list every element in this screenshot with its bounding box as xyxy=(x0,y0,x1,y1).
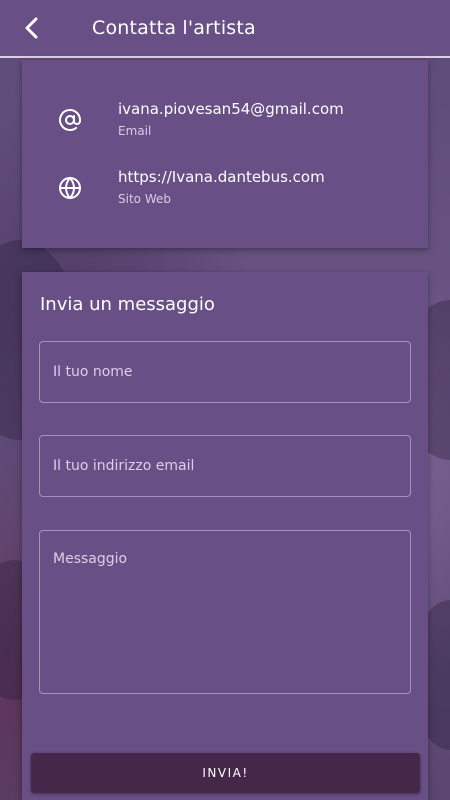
globe-icon xyxy=(59,176,81,200)
chevron-left-icon xyxy=(25,17,38,39)
back-button[interactable] xyxy=(0,0,64,57)
send-button[interactable]: INVIA! xyxy=(31,753,420,793)
page-title: Contatta l'artista xyxy=(92,17,256,39)
contact-email-label: Email xyxy=(118,124,152,138)
form-title: Invia un messaggio xyxy=(40,294,215,315)
message-form-card: Invia un messaggio INVIA! xyxy=(22,272,428,800)
name-input[interactable] xyxy=(39,341,411,403)
message-textarea[interactable] xyxy=(39,530,411,694)
app-header: Contatta l'artista xyxy=(0,0,450,58)
screen: Contatta l'artista ivana.piovesan54@gmai… xyxy=(0,0,450,800)
at-sign-icon xyxy=(59,108,81,131)
contact-row-email[interactable]: ivana.piovesan54@gmail.com Email xyxy=(22,100,428,158)
contact-email-value: ivana.piovesan54@gmail.com xyxy=(118,100,344,118)
contact-row-website[interactable]: https://Ivana.dantebus.com Sito Web xyxy=(22,168,428,226)
contact-card: ivana.piovesan54@gmail.com Email https:/… xyxy=(22,60,428,248)
email-input[interactable] xyxy=(39,435,411,497)
contact-website-label: Sito Web xyxy=(118,192,171,206)
contact-website-value: https://Ivana.dantebus.com xyxy=(118,168,325,186)
